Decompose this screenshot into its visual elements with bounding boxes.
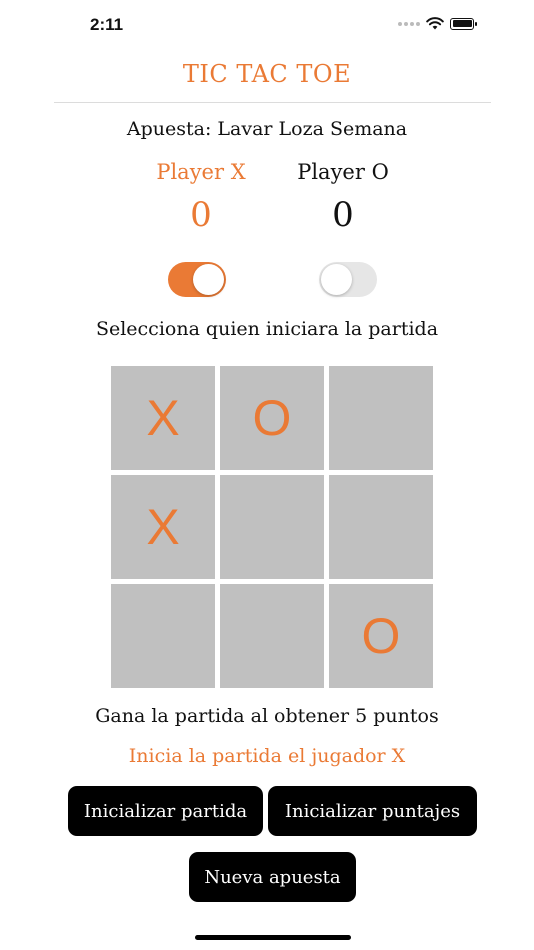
player-x-score: 0 — [190, 195, 212, 235]
board-cell-9[interactable]: O — [329, 584, 433, 688]
page-title: TIC TAC TOE — [182, 60, 352, 88]
player-o-score: 0 — [332, 195, 354, 235]
status-bar: 2:11 — [0, 0, 534, 52]
cellular-signal-icon — [398, 21, 420, 26]
board-cell-6[interactable] — [329, 475, 433, 579]
player-x-start-toggle[interactable] — [168, 262, 226, 297]
board-cell-3[interactable] — [329, 366, 433, 470]
status-time: 2:11 — [90, 15, 124, 34]
board-cell-5[interactable] — [220, 475, 324, 579]
player-o-label: Player O — [297, 160, 389, 184]
win-rule-text: Gana la partida al obtener 5 puntos — [95, 705, 439, 727]
board-cell-8[interactable] — [220, 584, 324, 688]
reset-scores-button[interactable]: Inicializar puntajes — [268, 786, 477, 836]
battery-icon — [450, 17, 477, 30]
wifi-icon — [426, 17, 444, 30]
board-cell-4[interactable]: X — [111, 475, 215, 579]
status-icons — [398, 17, 477, 30]
player-x-label: Player X — [156, 160, 246, 184]
bet-label: Apuesta: Lavar Loza Semana — [126, 118, 408, 140]
reset-game-button[interactable]: Inicializar partida — [68, 786, 263, 836]
home-indicator[interactable] — [195, 935, 351, 940]
new-bet-button[interactable]: Nueva apuesta — [189, 852, 356, 902]
game-board: X O X O — [111, 366, 434, 689]
toggle-knob — [321, 264, 352, 295]
start-info-text: Inicia la partida el jugador X — [128, 745, 406, 767]
select-starter-prompt: Selecciona quien iniciara la partida — [95, 318, 439, 340]
player-o-start-toggle[interactable] — [319, 262, 377, 297]
board-cell-7[interactable] — [111, 584, 215, 688]
toggle-knob — [193, 264, 224, 295]
header-divider — [54, 102, 491, 103]
board-cell-1[interactable]: X — [111, 366, 215, 470]
board-cell-2[interactable]: O — [220, 366, 324, 470]
